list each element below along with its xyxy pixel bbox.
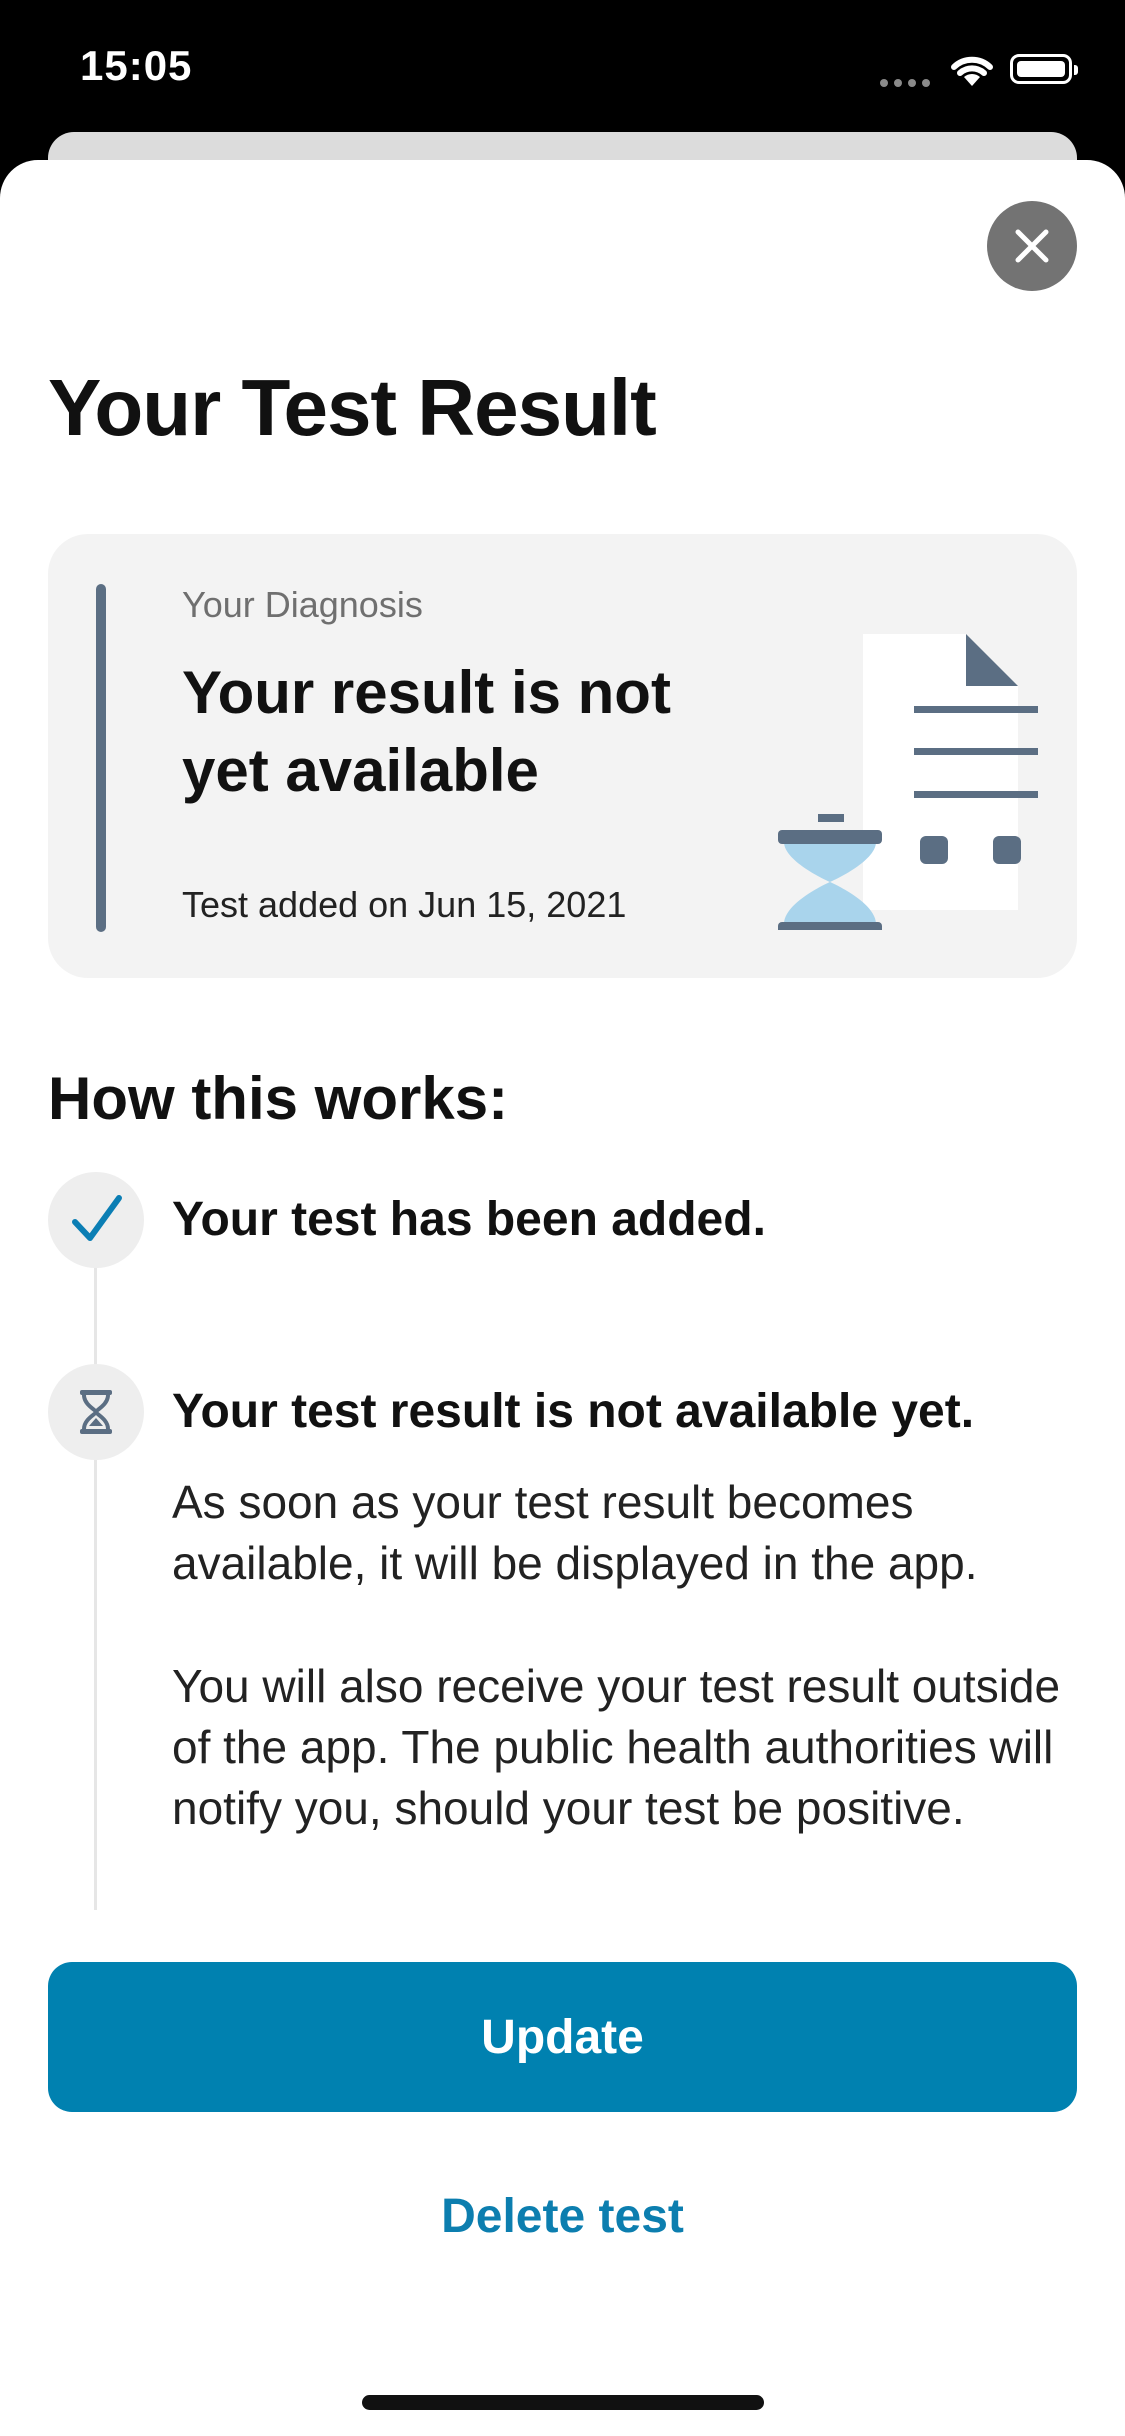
page-title: Your Test Result	[48, 363, 657, 452]
how-it-works-title: How this works:	[48, 1065, 509, 1132]
card-accent-bar	[96, 584, 106, 932]
hourglass-icon	[80, 1390, 112, 1434]
cellular-signal-icon	[880, 74, 936, 92]
step-completed-badge	[48, 1172, 144, 1268]
timeline-line	[94, 1220, 97, 1910]
delete-test-button[interactable]: Delete test	[48, 2176, 1077, 2256]
update-button[interactable]: Update	[48, 1962, 1077, 2112]
step-2-body-paragraph: You will also receive your test result o…	[172, 1660, 1061, 1834]
checkmark-icon	[72, 1195, 122, 1241]
test-added-date: Test added on Jun 15, 2021	[182, 884, 627, 925]
home-indicator[interactable]	[362, 2395, 764, 2410]
step-2-title: Your test result is not available yet.	[172, 1385, 975, 1438]
step-pending-badge	[48, 1364, 144, 1460]
battery-icon	[1010, 54, 1078, 84]
diagnosis-headline: Your result is not yet available	[182, 659, 671, 804]
diagnosis-label: Your Diagnosis	[182, 584, 423, 625]
step-1-title: Your test has been added.	[172, 1193, 766, 1246]
status-time: 15:05	[80, 42, 193, 89]
close-button[interactable]	[987, 201, 1077, 291]
status-bar: 15:05	[0, 0, 1125, 140]
close-icon	[1015, 229, 1049, 263]
wifi-icon	[951, 56, 993, 86]
diagnosis-card: Your Diagnosis Your result is not yet av…	[48, 534, 1077, 978]
document-hourglass-icon	[778, 634, 1038, 930]
step-2-body-paragraph: As soon as your test result becomes avai…	[172, 1476, 978, 1589]
